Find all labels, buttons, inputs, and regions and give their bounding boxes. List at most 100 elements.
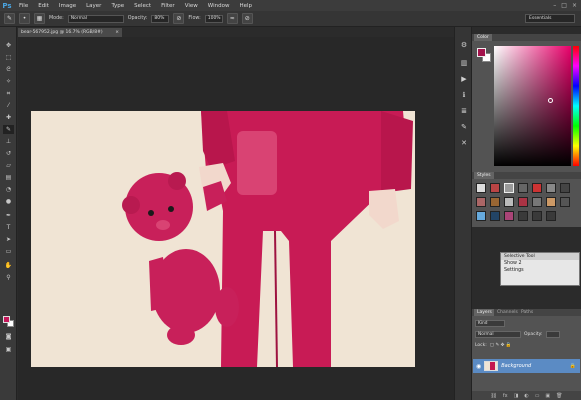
- style-swatch[interactable]: [532, 211, 542, 221]
- style-swatch[interactable]: [504, 211, 514, 221]
- stamp-icon[interactable]: ⊥: [3, 137, 14, 146]
- close-button[interactable]: ×: [572, 2, 577, 9]
- shape-icon[interactable]: ▭: [3, 247, 14, 256]
- menu-file[interactable]: File: [14, 3, 33, 9]
- tool-preset-icon[interactable]: ✎: [4, 13, 15, 24]
- hand-icon[interactable]: ✋: [3, 261, 14, 270]
- link-layers-icon[interactable]: ⛓: [490, 393, 496, 399]
- style-swatch[interactable]: [560, 197, 570, 207]
- brush-icon[interactable]: ✎: [3, 125, 14, 134]
- character-icon[interactable]: ✕: [458, 137, 470, 149]
- tab-layers[interactable]: Layers: [474, 309, 495, 316]
- history-brush-icon[interactable]: ↺: [3, 149, 14, 158]
- menu-type[interactable]: Type: [106, 3, 129, 9]
- gradient-icon[interactable]: ▤: [3, 173, 14, 182]
- adjustment-layer-icon[interactable]: ◐: [524, 393, 528, 399]
- opacity-field[interactable]: 80%: [151, 14, 170, 23]
- style-swatch[interactable]: [476, 197, 486, 207]
- style-swatch[interactable]: [546, 197, 556, 207]
- delete-layer-icon[interactable]: 🗑: [556, 393, 562, 399]
- dodge-icon[interactable]: ●: [3, 197, 14, 206]
- style-swatch[interactable]: [476, 183, 486, 193]
- color-picker-cursor[interactable]: [548, 98, 553, 103]
- zoom-icon[interactable]: ⚲: [3, 273, 14, 282]
- menu-select[interactable]: Select: [129, 3, 156, 9]
- airbrush-icon[interactable]: ≈: [226, 13, 238, 24]
- pressure-opacity-icon[interactable]: ⊘: [173, 13, 185, 24]
- eraser-icon[interactable]: ▱: [3, 161, 14, 170]
- quick-select-icon[interactable]: ✧: [3, 77, 14, 86]
- selective-tool-item[interactable]: Show 2: [501, 260, 579, 267]
- style-swatch[interactable]: [476, 211, 486, 221]
- style-swatch[interactable]: [518, 211, 528, 221]
- selective-tool-settings[interactable]: Settings: [501, 267, 579, 274]
- adjustments-icon[interactable]: ⚙: [458, 39, 470, 51]
- workspace-select[interactable]: Essentials: [525, 14, 575, 23]
- tab-channels[interactable]: Channels: [494, 309, 521, 316]
- document-image[interactable]: [31, 111, 415, 367]
- style-swatch[interactable]: [546, 183, 556, 193]
- menu-view[interactable]: View: [180, 3, 203, 9]
- pen-icon[interactable]: ✒: [3, 211, 14, 220]
- layer-kind-filter[interactable]: Kind: [475, 320, 505, 327]
- style-swatch[interactable]: [532, 197, 542, 207]
- color-picker-field[interactable]: [494, 46, 571, 166]
- brush-presets-icon[interactable]: ✎: [458, 121, 470, 133]
- style-swatch[interactable]: [532, 183, 542, 193]
- menu-help[interactable]: Help: [234, 3, 257, 9]
- properties-icon[interactable]: ≣: [458, 105, 470, 117]
- quick-mask-icon[interactable]: ◙: [3, 332, 14, 341]
- style-swatch[interactable]: [560, 183, 570, 193]
- brush-panel-icon[interactable]: ▦: [34, 13, 45, 24]
- blur-icon[interactable]: ◔: [3, 185, 14, 194]
- style-swatch[interactable]: [546, 211, 556, 221]
- layer-row-background[interactable]: ◉ Background 🔒: [473, 359, 580, 373]
- hue-slider[interactable]: [573, 46, 579, 166]
- pressure-size-icon[interactable]: ⊘: [241, 13, 253, 24]
- type-icon[interactable]: T: [3, 223, 14, 232]
- move-icon[interactable]: ✥: [3, 41, 14, 50]
- selective-tool-panel[interactable]: Selective Tool Show 2 Settings: [500, 252, 580, 286]
- style-swatch[interactable]: [490, 211, 500, 221]
- minimize-button[interactable]: –: [553, 2, 556, 9]
- menu-filter[interactable]: Filter: [156, 3, 180, 9]
- group-icon[interactable]: ▭: [535, 393, 540, 399]
- healing-icon[interactable]: ✚: [3, 113, 14, 122]
- menu-window[interactable]: Window: [203, 3, 235, 9]
- close-document-icon[interactable]: ×: [115, 30, 119, 35]
- lasso-icon[interactable]: ᘓ: [3, 65, 14, 74]
- tab-paths[interactable]: Paths: [518, 309, 537, 316]
- lock-icons[interactable]: ▢ ✎ ✥ 🔒: [490, 343, 512, 348]
- style-swatch[interactable]: [518, 183, 528, 193]
- path-select-icon[interactable]: ➤: [3, 235, 14, 244]
- actions-icon[interactable]: ▶: [458, 73, 470, 85]
- visibility-eye-icon[interactable]: ◉: [476, 363, 481, 370]
- brush-size-icon[interactable]: •: [19, 13, 30, 24]
- marquee-icon[interactable]: ⬚: [3, 53, 14, 62]
- tab-color[interactable]: Color: [474, 34, 492, 41]
- layer-opacity-field[interactable]: [545, 331, 560, 338]
- maximize-button[interactable]: □: [561, 2, 567, 9]
- layer-blend-mode[interactable]: Normal: [475, 331, 521, 338]
- add-mask-icon[interactable]: ◨: [514, 393, 519, 399]
- menu-layer[interactable]: Layer: [81, 3, 106, 9]
- new-layer-icon[interactable]: ▣: [545, 393, 550, 399]
- style-swatch[interactable]: [490, 183, 500, 193]
- foreground-color-swatch[interactable]: [3, 316, 10, 323]
- menu-edit[interactable]: Edit: [33, 3, 54, 9]
- style-swatch[interactable]: [504, 197, 514, 207]
- style-swatch[interactable]: [504, 183, 514, 193]
- screen-mode-icon[interactable]: ▣: [3, 345, 14, 354]
- history-icon[interactable]: ▥: [458, 57, 470, 69]
- mode-select[interactable]: Normal: [67, 14, 124, 23]
- color-foreground-chip[interactable]: [477, 48, 486, 57]
- document-tab[interactable]: bear-567952.jpg @ 16.7% (RGB/8#) ×: [18, 28, 122, 37]
- tab-styles[interactable]: Styles: [474, 172, 494, 179]
- style-swatch[interactable]: [490, 197, 500, 207]
- info-icon[interactable]: ℹ: [458, 89, 470, 101]
- fx-icon[interactable]: fx: [503, 393, 508, 399]
- eyedropper-icon[interactable]: ⁄: [3, 101, 14, 110]
- flow-field[interactable]: 100%: [204, 14, 223, 23]
- menu-image[interactable]: Image: [54, 3, 81, 9]
- crop-icon[interactable]: ⌗: [3, 89, 14, 98]
